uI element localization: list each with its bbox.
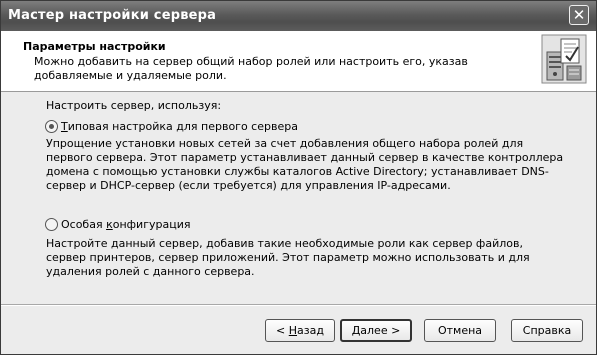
option-custom-prefix: Особая (61, 217, 107, 231)
configure-prompt: Настроить сервер, используя: (46, 99, 222, 112)
option-custom-text: онфигурация (112, 217, 191, 231)
access-key-custom: к (106, 217, 113, 231)
close-button[interactable]: ✕ (569, 5, 589, 25)
wizard-window: Мастер настройки сервера ✕ Параметры нас… (0, 0, 597, 355)
help-button[interactable]: Справка (511, 319, 583, 342)
back-button-prefix: < (276, 324, 289, 337)
option-custom[interactable]: Особая конфигурация (45, 216, 190, 232)
option-typical-description: Упрощение установки новых сетей за счет … (46, 137, 564, 192)
page-title: Параметры настройки (23, 40, 166, 53)
option-typical[interactable]: Типовая настройка для первого сервера (45, 118, 298, 134)
back-button[interactable]: < Назад (265, 319, 335, 342)
page-description: Можно добавить на сервер общий набор рол… (34, 55, 468, 82)
option-custom-description: Настройте данный сервер, добавив такие н… (46, 237, 530, 278)
back-access-key: Н (288, 324, 298, 337)
next-access-key: Д (351, 324, 361, 337)
option-typical-text: иповая настройка для первого сервера (67, 119, 298, 133)
window-title: Мастер настройки сервера (8, 8, 217, 23)
next-button-text: алее > (360, 324, 401, 337)
server-wizard-icon (541, 34, 587, 84)
cancel-button[interactable]: Отмена (424, 319, 496, 342)
next-button[interactable]: Далее > (340, 319, 412, 342)
option-custom-label[interactable]: Особая конфигурация (61, 218, 190, 231)
close-icon: ✕ (572, 6, 586, 24)
radio-custom[interactable] (45, 217, 58, 231)
footer-divider (1, 304, 596, 306)
access-key-typical: Т (61, 119, 68, 133)
wizard-header: Параметры настройки Можно добавить на се… (1, 31, 596, 92)
radio-typical[interactable] (45, 119, 58, 133)
back-button-text: азад (297, 324, 324, 337)
option-typical-label[interactable]: Типовая настройка для первого сервера (61, 120, 298, 133)
title-bar[interactable]: Мастер настройки сервера ✕ (1, 1, 596, 31)
